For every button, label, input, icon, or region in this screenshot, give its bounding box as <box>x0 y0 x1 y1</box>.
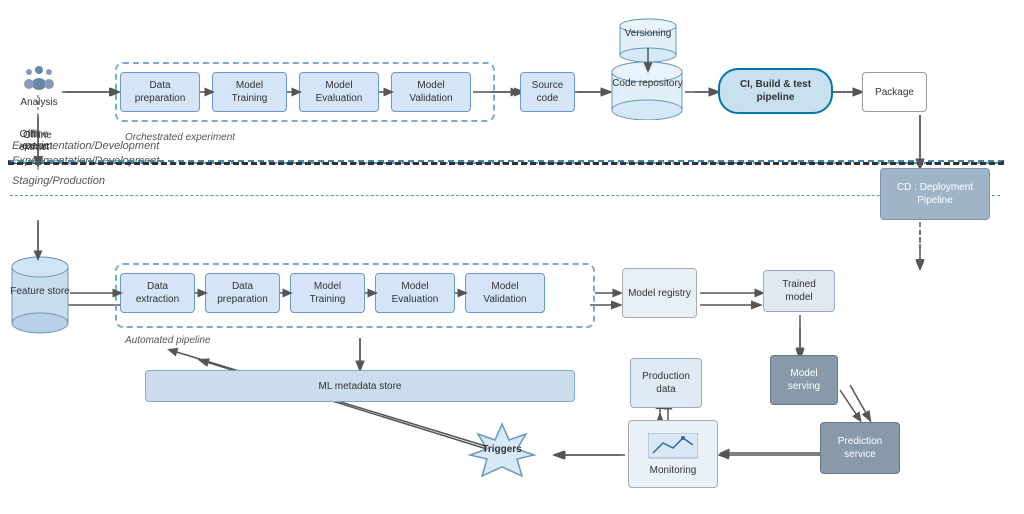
staging-label: Staging/Production <box>12 175 105 187</box>
diagram: Experimentation/Development Experimentat… <box>0 0 1024 514</box>
ml-metadata-store: ML metadata store <box>145 370 575 402</box>
model-training-top: Model Training <box>212 72 287 112</box>
code-repository-label: Code repository <box>610 77 685 90</box>
production-data: Production data <box>630 358 702 408</box>
triggers: Triggers <box>462 422 542 477</box>
model-evaluation-bottom: Model Evaluation <box>375 273 455 313</box>
versioning-label: Versioning <box>618 28 678 39</box>
offline-extract: Offline extract <box>5 128 63 154</box>
cd-deployment: CD : Deployment Pipeline <box>880 168 990 220</box>
model-validation-top: Model Validation <box>391 72 471 112</box>
model-registry: Model registry <box>622 268 697 318</box>
model-serving: Model serving <box>770 355 838 405</box>
orchestrated-experiment-label: Orchestrated experiment <box>125 132 235 143</box>
model-validation-bottom: Model Validation <box>465 273 545 313</box>
model-training-bottom: Model Training <box>290 273 365 313</box>
code-repository: Code repository <box>610 62 685 120</box>
analysis-node: Analysis <box>14 62 64 108</box>
feature-store-label: Feature store <box>10 285 70 298</box>
monitoring-label: Monitoring <box>650 465 697 476</box>
trained-model: Trained model <box>763 270 835 312</box>
feature-store: Feature store <box>10 255 70 335</box>
source-code: Source code <box>520 72 575 112</box>
ci-build-test-pipeline: CI, Build & test pipeline <box>718 68 833 114</box>
triggers-label: Triggers <box>482 444 521 455</box>
data-preparation-top: Data preparation <box>120 72 200 112</box>
data-extraction: Data extraction <box>120 273 195 313</box>
versioning: Versioning <box>618 18 678 63</box>
package: Package <box>862 72 927 112</box>
data-preparation-bottom: Data preparation <box>205 273 280 313</box>
model-evaluation-top: Model Evaluation <box>299 72 379 112</box>
automated-pipeline-label: Automated pipeline <box>125 335 211 346</box>
analysis-label: Analysis <box>14 97 64 108</box>
prediction-service: Prediction service <box>820 422 900 474</box>
monitoring: Monitoring <box>628 420 718 488</box>
